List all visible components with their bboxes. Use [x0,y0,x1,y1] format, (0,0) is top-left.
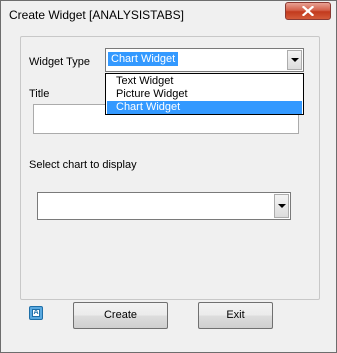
title-bar[interactable]: Create Widget [ANALYSISTABS] [1,1,336,29]
exit-button[interactable]: Exit [198,302,273,329]
chart-select-label: Select chart to display [29,159,137,171]
chart-select-value [40,196,46,198]
widget-type-label: Widget Type [29,56,90,68]
dropdown-option-chart-widget[interactable]: Chart Widget [107,101,302,114]
chart-select-dropdown-button[interactable] [274,194,289,218]
window-title: Create Widget [ANALYSISTABS] [9,8,184,22]
title-label: Title [29,88,50,100]
widget-type-selected-value: Chart Widget [108,52,179,66]
chevron-down-icon [291,58,299,62]
widget-type-select[interactable]: Chart Widget [105,48,304,72]
dropdown-option-text-widget[interactable]: Text Widget [107,75,302,88]
chart-select[interactable] [37,192,291,220]
create-button[interactable]: Create [73,302,168,329]
close-icon [302,6,314,16]
widget-type-dropdown-button[interactable] [287,50,302,70]
dropdown-option-picture-widget[interactable]: Picture Widget [107,88,302,101]
analysistabs-logo-icon: A [29,306,43,320]
widget-type-dropdown-list: Text Widget Picture Widget Chart Widget [105,73,304,115]
create-widget-dialog: Create Widget [ANALYSISTABS] Widget Type… [0,0,337,353]
badge-letter: A [33,309,39,316]
chevron-down-icon [278,204,286,208]
close-button[interactable] [285,2,331,20]
